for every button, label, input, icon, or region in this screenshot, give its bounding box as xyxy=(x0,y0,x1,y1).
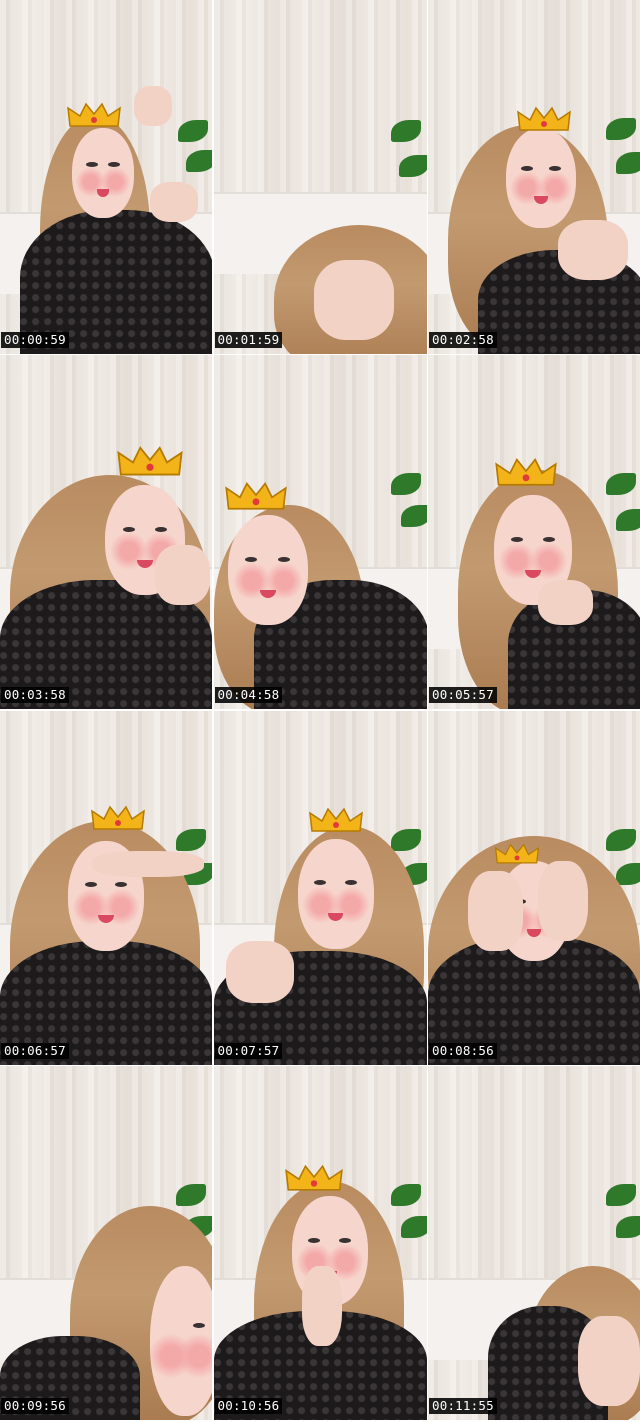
video-frame-thumbnail[interactable]: 00:00:59 xyxy=(0,0,212,354)
video-frame-thumbnail[interactable]: 00:02:58 xyxy=(428,0,640,354)
video-frame-thumbnail[interactable]: 00:01:59 xyxy=(213,0,427,354)
video-contact-sheet: 00:00:59 00:01:59 00:02:58 00:03:58 00:0… xyxy=(0,0,640,1422)
timestamp-label: 00:02:58 xyxy=(429,332,497,348)
timestamp-label: 00:07:57 xyxy=(214,1042,283,1059)
video-frame-thumbnail[interactable]: 00:08:56 xyxy=(428,710,640,1065)
video-frame-thumbnail[interactable]: 00:11:55 xyxy=(428,1065,640,1420)
crown-icon xyxy=(495,458,557,486)
video-frame-thumbnail[interactable]: 00:10:56 xyxy=(213,1065,427,1420)
timestamp-label: 00:05:57 xyxy=(429,687,497,704)
hand xyxy=(313,260,394,340)
hand-covering-face xyxy=(468,870,523,951)
crown-icon xyxy=(91,805,145,830)
crown-icon xyxy=(224,482,287,510)
video-frame-thumbnail[interactable]: 00:04:58 xyxy=(213,355,427,710)
video-frame-thumbnail[interactable]: 00:05:57 xyxy=(428,355,640,710)
timestamp-label: 00:04:58 xyxy=(214,687,283,704)
video-frame-thumbnail[interactable]: 00:03:58 xyxy=(0,355,212,710)
timestamp-label: 00:03:58 xyxy=(1,687,69,704)
timestamp-label: 00:09:56 xyxy=(1,1397,69,1414)
timestamp-label: 00:08:56 xyxy=(429,1042,497,1059)
face xyxy=(72,128,134,218)
raised-hand xyxy=(134,86,172,126)
hand-on-cheek xyxy=(538,580,593,626)
timestamp-label: 00:00:59 xyxy=(1,332,69,348)
face xyxy=(227,515,308,626)
finger-on-lips-hand xyxy=(301,1265,342,1346)
face xyxy=(506,128,576,228)
crown-icon xyxy=(67,102,121,127)
timestamp-label: 00:06:57 xyxy=(1,1042,69,1059)
timestamp-label: 00:10:56 xyxy=(214,1397,283,1414)
crown-icon xyxy=(517,106,571,131)
hand xyxy=(578,1315,640,1406)
crown-icon xyxy=(308,807,363,832)
hand-on-cheek xyxy=(155,545,210,606)
crown-icon xyxy=(494,843,540,864)
timestamp-label: 00:01:59 xyxy=(214,332,283,348)
crown-icon xyxy=(284,1164,343,1191)
video-frame-thumbnail[interactable]: 00:07:57 xyxy=(213,710,427,1065)
face xyxy=(297,838,374,949)
crown-icon xyxy=(117,446,183,476)
face xyxy=(150,1265,212,1416)
plant xyxy=(389,465,427,575)
plant xyxy=(389,110,427,220)
timestamp-label: 00:11:55 xyxy=(429,1397,497,1414)
hand xyxy=(150,182,198,222)
hand-covering-face xyxy=(538,860,588,941)
pointing-hand xyxy=(558,220,628,280)
plant xyxy=(602,110,640,220)
video-frame-thumbnail[interactable]: 00:09:56 xyxy=(0,1065,212,1420)
saluting-hand xyxy=(92,850,204,877)
video-frame-thumbnail[interactable]: 00:06:57 xyxy=(0,710,212,1065)
hand xyxy=(225,940,294,1003)
